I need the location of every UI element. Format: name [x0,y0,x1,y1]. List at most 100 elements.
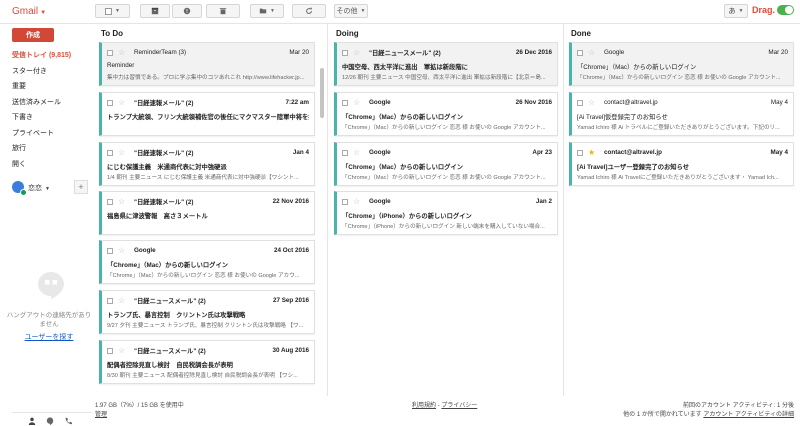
star-icon[interactable]: ☆ [118,346,126,355]
email-card[interactable]: ☆ "日経速報メール" (2) 7:22 am トランプ大統領、フリン大統領補佐官の後… [99,92,315,136]
email-card[interactable]: ☆ Google 26 Nov 2016 「Chrome」（Mac）からの新しいログイ… [334,92,558,136]
checkbox[interactable] [107,198,113,205]
card-header: ☆ Google 24 Oct 2016 [107,246,309,255]
email-card[interactable]: ☆ ReminderTeam (3) Mar 20 Reminder 集中力は習慣である… [99,42,315,86]
checkbox[interactable] [107,347,113,354]
hangout-icon[interactable] [46,417,54,425]
star-icon[interactable]: ☆ [118,296,126,305]
checkbox[interactable] [342,49,348,56]
email-card[interactable]: ☆ Google 24 Oct 2016 「Chrome」（Mac）からの新しいログイ… [99,240,315,284]
email-subject: 「Chrome」（Mac）からの新しいログイン [342,114,464,121]
phone-icon[interactable] [64,417,72,425]
star-icon[interactable]: ☆ [118,148,126,157]
email-card[interactable]: ☆ "日経ニュースメール" (2) 27 Sep 2016 トランプ氏、暴言控制 クリ… [99,290,315,334]
column-scrollbar[interactable] [320,68,324,118]
sidebar-item[interactable]: 送信済みメール [12,95,92,111]
checkbox[interactable] [577,49,583,56]
email-snippet: 1/4 朝刊 主要ニュース にじむ保護主義 米通商代表に対中強硬派【ワシント..… [107,175,299,181]
sidebar-item[interactable]: 重要 [12,79,92,95]
email-card[interactable]: ☆ "日経速報メール" (2) 22 Nov 2016 福島県に津波警報 高さ３メート… [99,191,315,235]
gmail-logo: Gmail [12,6,39,17]
hangout-user[interactable]: 恋恋 ▼ + [10,179,90,196]
star-icon[interactable]: ☆ [118,246,126,255]
checkbox[interactable] [107,297,113,304]
email-card[interactable]: ☆ contact@altravel.jp May 4 [Ai Travel]仮登録完… [569,92,794,136]
email-date: Jan 2 [535,198,552,205]
archive-button[interactable] [140,4,170,18]
gmail-menu[interactable]: Gmail ▼ [12,6,46,17]
person-icon[interactable] [28,417,36,425]
star-icon[interactable]: ☆ [588,98,596,107]
star-icon[interactable]: ★ [588,148,596,157]
email-date: 30 Aug 2016 [272,347,309,354]
checkbox[interactable] [107,99,113,106]
star-icon[interactable]: ☆ [588,48,596,57]
email-snippet: 8/30 朝刊 主要ニュース 配偶者控除見直し検討 自民税調会長が表明 【ワシ.… [107,373,298,379]
checkbox[interactable] [107,49,113,56]
manage-storage-link[interactable]: 管理 [95,412,107,418]
hangout-quote-icon [38,272,64,299]
chevron-down-icon: ▼ [115,8,120,14]
terms-link[interactable]: 利用規約 [412,403,436,409]
find-people-link[interactable]: ユーザーを探す [0,332,98,342]
email-date: 24 Oct 2016 [273,247,309,254]
activity-details-link[interactable]: アカウント アクティビティの詳細 [703,412,794,418]
hangout-user-name: 恋恋 [28,185,42,192]
email-snippet: 9/27 夕刊 主要ニュース トランプ氏、暴言控制 クリントン氏は攻撃戦略 【ワ… [107,323,304,329]
avatar [12,181,27,196]
sidebar-item[interactable]: プライベート [12,126,92,142]
add-hangout-button[interactable]: + [74,180,88,194]
sidebar-item[interactable]: スター付き [12,64,92,80]
star-icon[interactable]: ☆ [353,148,361,157]
delete-button[interactable] [206,4,240,18]
star-icon[interactable]: ☆ [118,48,126,57]
star-icon[interactable]: ☆ [353,197,361,206]
star-icon[interactable]: ☆ [353,48,361,57]
email-date: Mar 20 [768,49,788,56]
privacy-link[interactable]: プライバシー [441,403,477,409]
last-activity: 前回のアカウント アクティビティ: 1 分後 [683,403,794,409]
select-all-button[interactable]: ▼ [95,4,130,18]
email-card[interactable]: ☆ "日経ニュースメール" (2) 30 Aug 2016 配偶者控除見直し検討 自民… [99,340,315,384]
email-subject: 「Chrome」（Mac）からの新しいログイン [577,64,697,71]
sidebar-item[interactable]: 下書き [12,110,92,126]
report-spam-button[interactable] [172,4,202,18]
drag-toggle[interactable] [777,5,794,15]
email-subject: 「Chrome」（Mac）からの新しいログイン [342,164,464,171]
card-header: ☆ ReminderTeam (3) Mar 20 [107,48,309,57]
refresh-button[interactable] [292,4,326,18]
email-subject: 福島県に津波警報 高さ３メートル [107,213,208,220]
compose-label: 作成 [26,32,40,39]
star-icon[interactable]: ☆ [118,197,126,206]
checkbox[interactable] [342,198,348,205]
sidebar-item[interactable]: 受信トレイ (9,815) [12,48,92,64]
storage-footer: 1.97 GB（7%）/ 15 GB を使用中 管理 [95,402,184,420]
move-to-folder-button[interactable]: ▼ [250,4,284,18]
email-card[interactable]: ☆ Google Jan 2 「Chrome」（iPhone）からの新しいログイン 「C… [334,191,558,235]
email-card[interactable]: ☆ Google Mar 20 「Chrome」（Mac）からの新しいログイン 「Chr… [569,42,794,86]
star-icon[interactable]: ☆ [353,98,361,107]
sender-name: "日経速報メール" (2) [134,100,194,107]
input-tools-button[interactable]: あ ▼ [724,4,748,18]
email-card[interactable]: ★ contact@altravel.jp May 4 [Ai Travel]ユーザー… [569,142,794,186]
email-card[interactable]: ☆ "日経速報メール" (2) Jan 4 にじむ保護主義 米通商代表に対中強硬派 1/… [99,142,315,186]
compose-button[interactable]: 作成 [12,28,54,42]
email-subject: [Ai Travel]仮登録完了のお知らせ [577,114,668,121]
checkbox[interactable] [342,99,348,106]
email-card[interactable]: ☆ "日経ニュースメール" (2) 26 Dec 2016 中国空母、西太平洋に進出 … [334,42,558,86]
sender-name: "日経ニュースメール" (2) [134,298,206,305]
chevron-down-icon: ▼ [40,10,47,16]
column-title: Doing [336,29,359,38]
sidebar: 作成 受信トレイ (9,815) スター付き 重要 送信済みメール 下書き プライベート旅… [0,24,92,426]
checkbox[interactable] [107,247,113,254]
more-button[interactable]: その他 ▼ [334,4,368,18]
sidebar-item[interactable]: 開く [12,157,92,173]
email-subject: [Ai Travel]ユーザー登録完了のお知らせ [577,164,690,171]
checkbox[interactable] [342,149,348,156]
checkbox[interactable] [107,149,113,156]
sidebar-item[interactable]: 旅行 [12,141,92,157]
star-icon[interactable]: ☆ [118,98,126,107]
email-card[interactable]: ☆ Google Apr 23 「Chrome」（Mac）からの新しいログイン 「Chr… [334,142,558,186]
checkbox[interactable] [577,99,583,106]
checkbox[interactable] [577,149,583,156]
